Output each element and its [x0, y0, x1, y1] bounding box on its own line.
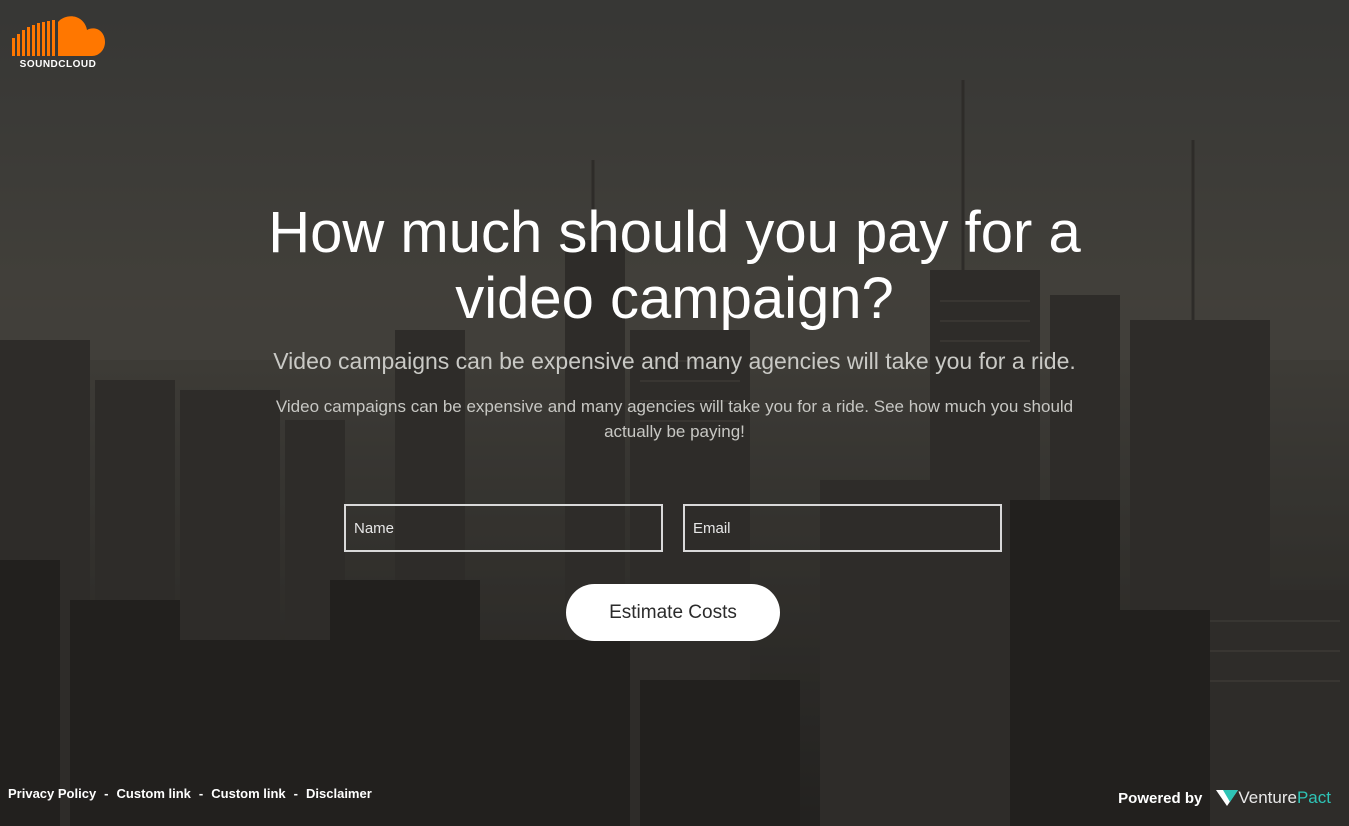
venturepact-wordmark: VenturePact — [1238, 788, 1331, 808]
email-input[interactable] — [683, 504, 1002, 552]
hero-description: Video campaigns can be expensive and man… — [275, 397, 1074, 441]
footer-links: Privacy Policy - Custom link - Custom link - D… — [8, 786, 372, 801]
venturepact-wordmark-part1: Venture — [1238, 788, 1297, 807]
estimate-form — [344, 504, 1002, 556]
landing-page: SOUNDCLOUD How much should you pay for a… — [0, 0, 1349, 826]
powered-by-label: Powered by — [1118, 789, 1203, 807]
powered-by[interactable]: Powered by VenturePact — [1118, 788, 1331, 808]
footer-separator: - — [293, 786, 299, 801]
soundcloud-wordmark: SOUNDCLOUD — [19, 59, 97, 70]
hero-subheadline: Video campaigns can be expensive and man… — [273, 348, 1076, 374]
footer-separator: - — [198, 786, 204, 801]
page-headline: How much should you pay for a video camp… — [268, 200, 1081, 331]
soundcloud-logo[interactable]: SOUNDCLOUD — [10, 14, 106, 72]
name-input[interactable] — [344, 504, 663, 552]
footer-separator: - — [104, 786, 109, 801]
soundcloud-cloud-icon — [12, 16, 105, 56]
custom-link-2[interactable]: Custom link — [211, 786, 285, 801]
custom-link-1[interactable]: Custom link — [117, 786, 191, 801]
venturepact-logo-icon — [1216, 790, 1239, 806]
estimate-costs-button[interactable]: Estimate Costs — [566, 584, 780, 641]
venturepact-wordmark-part2: Pact — [1296, 788, 1331, 807]
privacy-policy-link[interactable]: Privacy Policy — [8, 786, 96, 801]
disclaimer-link[interactable]: Disclaimer — [306, 786, 372, 801]
hero-section: How much should you pay for a video camp… — [0, 200, 1349, 444]
